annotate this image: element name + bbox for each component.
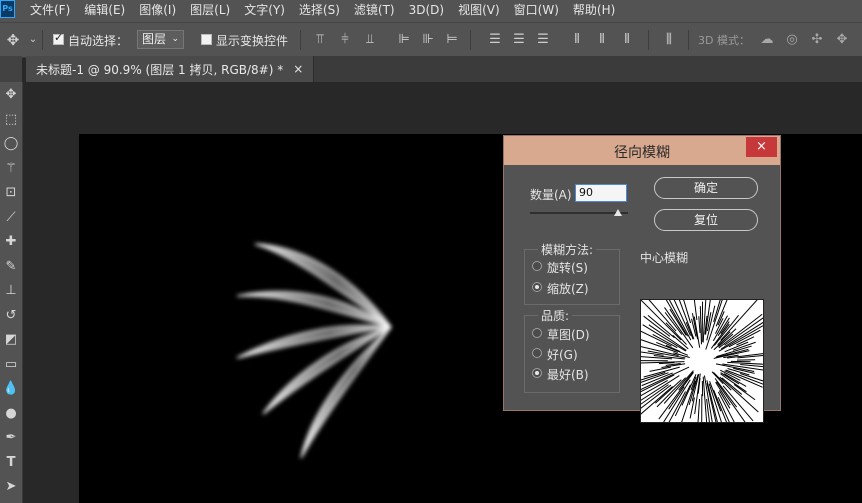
method-zoom-label[interactable]: 缩放(Z)	[547, 280, 589, 297]
divider	[42, 30, 43, 50]
align-horizontal-center-icon[interactable]: ⊪	[421, 32, 435, 48]
divider	[470, 30, 471, 50]
marquee-tool-icon[interactable]: ⬚	[0, 109, 22, 131]
document-tab[interactable]: 未标题-1 @ 90.9% (图层 1 拷贝, RGB/8#) * ×	[26, 56, 315, 82]
photoshop-logo-icon: Ps	[0, 0, 15, 18]
method-spin-radio[interactable]	[532, 261, 542, 271]
amount-input[interactable]: 90	[575, 184, 627, 202]
align-vertical-center-icon[interactable]: ⫩	[338, 32, 352, 48]
magic-wand-tool-icon[interactable]: ⚚	[0, 158, 22, 180]
blur-method-title: 模糊方法:	[538, 241, 597, 258]
document-tab-title: 未标题-1 @ 90.9% (图层 1 拷贝, RGB/8#) *	[36, 62, 284, 77]
menu-bar: Ps 文件(F) 编辑(E) 图像(I) 图层(L) 文字(Y) 选择(S) 滤…	[0, 0, 862, 22]
pen-tool-icon[interactable]: ✒	[0, 427, 22, 449]
blur-center-preview[interactable]	[640, 299, 764, 423]
show-transform-checkbox[interactable]	[201, 34, 212, 45]
method-zoom-radio[interactable]	[532, 282, 542, 292]
3d-orbit-icon[interactable]: ☁	[760, 32, 774, 48]
path-selection-tool-icon[interactable]: ➤	[0, 476, 22, 498]
quality-best-radio[interactable]	[532, 368, 542, 378]
quality-good-radio[interactable]	[532, 348, 542, 358]
auto-align-layers-icon[interactable]: ⫼	[662, 32, 676, 48]
tool-preset-chevron-down-icon[interactable]: ⌄	[26, 32, 40, 48]
amount-slider-thumb[interactable]	[614, 209, 623, 216]
distribute-vertical-center-icon[interactable]: ☰	[512, 32, 526, 48]
divider	[688, 30, 689, 50]
auto-select-label: 自动选择：	[68, 34, 129, 48]
align-bottom-icon[interactable]: ⫫	[363, 32, 377, 48]
document-tab-bar: 未标题-1 @ 90.9% (图层 1 拷贝, RGB/8#) * ×	[26, 56, 862, 82]
align-top-icon[interactable]: ⫪	[313, 32, 327, 48]
amount-label: 数量(A)	[530, 188, 572, 202]
menu-type[interactable]: 文字(Y)	[244, 0, 285, 22]
dialog-title-bar[interactable]: 径向模糊 ×	[504, 136, 780, 165]
divider	[300, 30, 301, 50]
chevron-down-icon: ⌄	[171, 34, 179, 44]
clone-stamp-tool-icon[interactable]: ⊥	[0, 280, 22, 302]
menu-3d[interactable]: 3D(D)	[409, 0, 444, 22]
method-spin-label[interactable]: 旋转(S)	[547, 259, 588, 276]
healing-brush-tool-icon[interactable]: ✚	[0, 231, 22, 253]
radial-blur-dialog: 径向模糊 × 数量(A) 90 确定 复位 模糊方法: 旋转(S) 缩放(Z) …	[503, 135, 781, 423]
dodge-tool-icon[interactable]: ●	[0, 403, 22, 425]
tools-panel: ✥ ⬚ ◯ ⚚ ⊡ ⟋ ✚ ✎ ⊥ ↺ ◩ ▭ 💧 ● ✒ T ➤	[0, 82, 23, 503]
3d-pan-icon[interactable]: ✣	[810, 32, 824, 48]
zoom-lines-preview	[641, 300, 763, 422]
quality-title: 品质:	[538, 307, 573, 324]
move-tool-icon[interactable]: ✥	[6, 32, 20, 48]
align-right-icon[interactable]: ⊨	[445, 32, 459, 48]
close-icon[interactable]: ×	[293, 62, 303, 76]
eyedropper-tool-icon[interactable]: ⟋	[0, 207, 22, 229]
lasso-tool-icon[interactable]: ◯	[0, 133, 22, 155]
distribute-horizontal-center-icon[interactable]: ⦀	[595, 32, 609, 48]
move-tool-icon[interactable]: ✥	[0, 84, 22, 106]
menu-filter[interactable]: 滤镜(T)	[354, 0, 395, 22]
3d-roll-icon[interactable]: ◎	[785, 32, 799, 48]
options-bar: ✥ ⌄ 自动选择： 图层 ⌄ 显示变换控件 ⫪ ⫩ ⫫ ⊫ ⊪ ⊨ ☰ ☰ ☰ ⦀…	[0, 22, 862, 58]
dialog-close-button[interactable]: ×	[746, 137, 777, 157]
quality-draft-radio[interactable]	[532, 328, 542, 338]
quality-good-label[interactable]: 好(G)	[547, 346, 578, 363]
menu-select[interactable]: 选择(S)	[299, 0, 340, 22]
3d-mode-label: 3D 模式：	[698, 34, 750, 47]
menu-help[interactable]: 帮助(H)	[573, 0, 615, 22]
menu-view[interactable]: 视图(V)	[458, 0, 500, 22]
reset-button[interactable]: 复位	[654, 209, 758, 231]
quality-draft-label[interactable]: 草图(D)	[547, 326, 590, 343]
show-transform-label: 显示变换控件	[216, 34, 289, 48]
history-brush-tool-icon[interactable]: ↺	[0, 305, 22, 327]
distribute-bottom-icon[interactable]: ☰	[536, 32, 550, 48]
brush-tool-icon[interactable]: ✎	[0, 256, 22, 278]
crop-tool-icon[interactable]: ⊡	[0, 182, 22, 204]
type-tool-icon[interactable]: T	[0, 452, 22, 474]
distribute-right-icon[interactable]: ⦀	[620, 32, 634, 48]
menu-layer[interactable]: 图层(L)	[190, 0, 230, 22]
menu-edit[interactable]: 编辑(E)	[84, 0, 125, 22]
quality-best-label[interactable]: 最好(B)	[547, 366, 589, 383]
blur-center-label: 中心模糊	[640, 251, 689, 265]
menu-image[interactable]: 图像(I)	[139, 0, 176, 22]
align-left-icon[interactable]: ⊫	[397, 32, 411, 48]
menu-items: 文件(F) 编辑(E) 图像(I) 图层(L) 文字(Y) 选择(S) 滤镜(T…	[30, 0, 629, 22]
distribute-left-icon[interactable]: ⦀	[570, 32, 584, 48]
dialog-body: 数量(A) 90 确定 复位 模糊方法: 旋转(S) 缩放(Z) 品质: 草图(…	[510, 165, 774, 423]
gradient-tool-icon[interactable]: ▭	[0, 354, 22, 376]
menu-file[interactable]: 文件(F)	[30, 0, 70, 22]
ok-button[interactable]: 确定	[654, 177, 758, 199]
auto-select-checkbox[interactable]	[53, 31, 64, 45]
toolbar-header	[0, 56, 22, 82]
auto-select-target-dropdown[interactable]: 图层 ⌄	[137, 30, 184, 49]
menu-window[interactable]: 窗口(W)	[514, 0, 559, 22]
divider	[648, 30, 649, 50]
blur-tool-icon[interactable]: 💧	[0, 378, 22, 400]
dialog-title: 径向模糊	[614, 145, 670, 161]
eraser-tool-icon[interactable]: ◩	[0, 329, 22, 351]
3d-slide-icon[interactable]: ✥	[835, 32, 849, 48]
target-value: 图层	[142, 32, 167, 46]
distribute-top-icon[interactable]: ☰	[488, 32, 502, 48]
